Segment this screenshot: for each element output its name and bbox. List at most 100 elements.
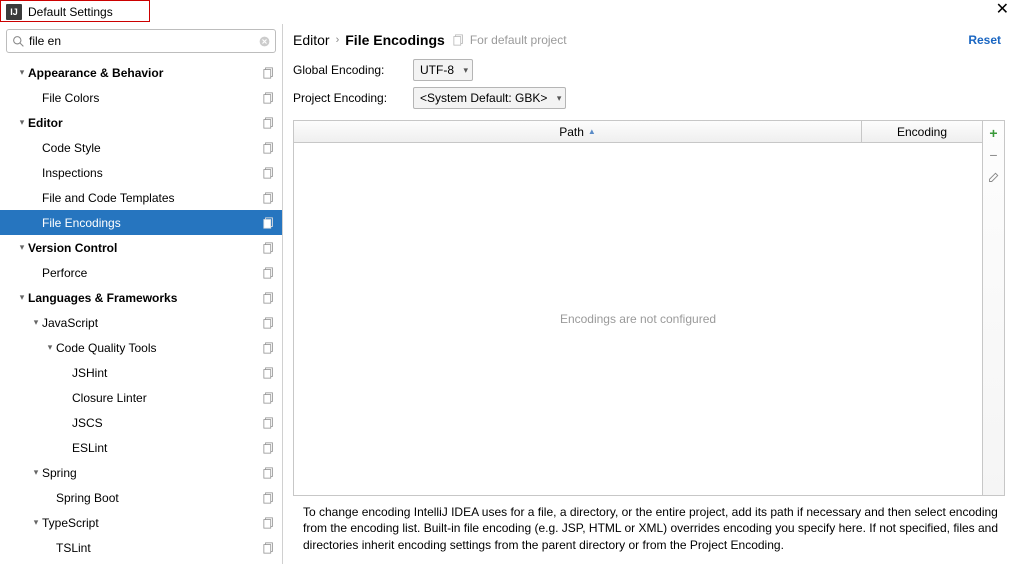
table-toolbar: + − [982,121,1004,495]
col-encoding[interactable]: Encoding [862,121,982,142]
tree-item-tslint[interactable]: TSLint [0,535,282,560]
project-scope-icon [262,166,276,180]
tree-item-editor[interactable]: ▾Editor [0,110,282,135]
project-scope-icon [262,291,276,305]
tree-item-label: Languages & Frameworks [28,291,262,305]
project-hint: For default project [453,33,567,47]
tree-item-jshint[interactable]: JSHint [0,360,282,385]
tree-item-label: File and Code Templates [42,191,262,205]
project-scope-icon [262,66,276,80]
col-path-label: Path [559,125,584,139]
tree-item-perforce[interactable]: Perforce [0,260,282,285]
tree-item-code-quality-tools[interactable]: ▾Code Quality Tools [0,335,282,360]
tree-item-file-colors[interactable]: File Colors [0,85,282,110]
project-scope-icon [262,141,276,155]
project-encoding-value: <System Default: GBK> [420,91,547,105]
project-scope-icon [262,466,276,480]
clear-search-icon[interactable] [257,34,271,48]
tree-item-label: TypeScript [42,516,262,530]
tree-item-label: Spring Boot [56,491,262,505]
tree-item-label: Appearance & Behavior [28,66,262,80]
tree-item-inspections[interactable]: Inspections [0,160,282,185]
close-icon[interactable]: ✕ [996,2,1009,18]
add-button[interactable]: + [986,125,1002,141]
tree-item-label: TSLint [56,541,262,555]
tree-item-eslint[interactable]: ESLint [0,435,282,460]
project-scope-icon [262,266,276,280]
tree-item-code-style[interactable]: Code Style [0,135,282,160]
expand-icon[interactable]: ▾ [30,317,42,328]
help-text: To change encoding IntelliJ IDEA uses fo… [283,496,1015,564]
tree-item-jscs[interactable]: JSCS [0,410,282,435]
tree-item-spring[interactable]: ▾Spring [0,460,282,485]
global-encoding-select[interactable]: UTF-8 ▾ [413,59,473,81]
tree-item-label: ESLint [72,441,262,455]
tree-item-label: JavaScript [42,316,262,330]
tree-item-javascript[interactable]: ▾JavaScript [0,310,282,335]
tree-item-label: Code Style [42,141,262,155]
project-scope-icon [262,516,276,530]
tree-item-label: Perforce [42,266,262,280]
tree-item-label: JSCS [72,416,262,430]
tree-item-closure-linter[interactable]: Closure Linter [0,385,282,410]
project-scope-icon [262,341,276,355]
expand-icon[interactable]: ▾ [16,242,28,253]
global-encoding-label: Global Encoding: [293,63,403,77]
settings-sidebar: ▾Appearance & BehaviorFile Colors▾Editor… [0,24,283,564]
tree-item-languages-frameworks[interactable]: ▾Languages & Frameworks [0,285,282,310]
project-scope-icon [262,366,276,380]
col-path[interactable]: Path ▲ [294,121,862,142]
project-scope-icon [262,241,276,255]
project-scope-icon [262,191,276,205]
breadcrumb-root[interactable]: Editor [293,32,330,48]
encodings-table: Path ▲ Encoding Encodings are not config… [293,120,1005,496]
project-encoding-label: Project Encoding: [293,91,403,105]
breadcrumb-leaf: File Encodings [345,32,445,48]
project-scope-icon [262,441,276,455]
tree-item-label: Inspections [42,166,262,180]
search-box[interactable] [6,29,276,53]
reset-link[interactable]: Reset [968,33,1001,47]
tree-item-label: Spring [42,466,262,480]
expand-icon[interactable]: ▾ [16,117,28,128]
tree-item-file-and-code-templates[interactable]: File and Code Templates [0,185,282,210]
tree-item-label: File Encodings [42,216,262,230]
expand-icon[interactable]: ▾ [30,517,42,528]
main-panel: Editor › File Encodings For default proj… [283,24,1015,564]
tree-item-version-control[interactable]: ▾Version Control [0,235,282,260]
chevron-down-icon: ▾ [463,65,468,76]
tree-item-file-encodings[interactable]: File Encodings [0,210,282,235]
project-scope-icon [262,391,276,405]
app-icon: IJ [6,4,22,20]
tree-item-spring-boot[interactable]: Spring Boot [0,485,282,510]
remove-button[interactable]: − [986,147,1002,163]
tree-item-appearance-behavior[interactable]: ▾Appearance & Behavior [0,60,282,85]
project-scope-icon [453,34,466,47]
tree-item-label: Version Control [28,241,262,255]
breadcrumb: Editor › File Encodings [293,32,445,48]
global-encoding-value: UTF-8 [420,63,454,77]
project-scope-icon [262,541,276,555]
tree-item-typescript[interactable]: ▾TypeScript [0,510,282,535]
expand-icon[interactable]: ▾ [44,342,56,353]
project-scope-icon [262,216,276,230]
project-scope-icon [262,416,276,430]
search-input[interactable] [25,34,257,48]
project-encoding-select[interactable]: <System Default: GBK> ▾ [413,87,566,109]
settings-tree[interactable]: ▾Appearance & BehaviorFile Colors▾Editor… [0,58,282,564]
col-encoding-label: Encoding [897,125,947,139]
project-scope-icon [262,116,276,130]
expand-icon[interactable]: ▾ [16,67,28,78]
chevron-down-icon: ▾ [557,93,562,104]
tree-item-label: JSHint [72,366,262,380]
expand-icon[interactable]: ▾ [30,467,42,478]
tree-item-label: File Colors [42,91,262,105]
sort-asc-icon: ▲ [588,127,596,136]
tree-item-label: Closure Linter [72,391,262,405]
titlebar: IJ Default Settings ✕ [0,0,1015,24]
expand-icon[interactable]: ▾ [16,292,28,303]
chevron-right-icon: › [336,34,340,46]
edit-button[interactable] [986,169,1002,185]
table-empty-message: Encodings are not configured [294,143,982,495]
tree-item-label: Editor [28,116,262,130]
